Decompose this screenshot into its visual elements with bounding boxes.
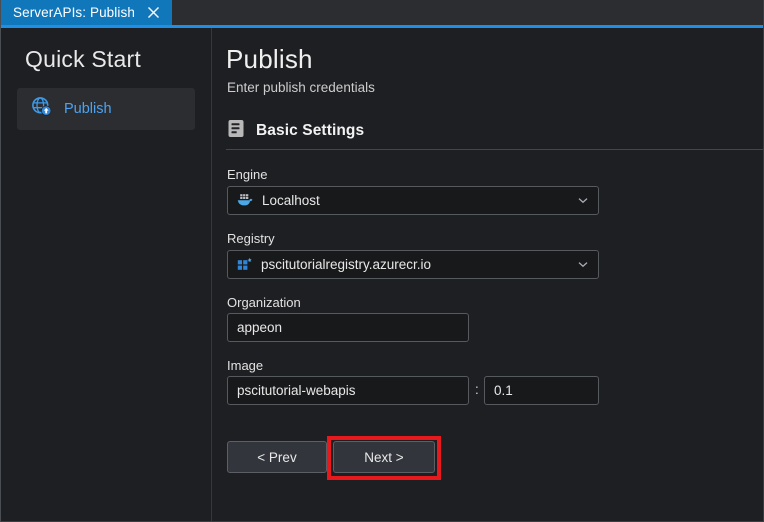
publish-wizard-window: ServerAPIs: Publish Quick Start Publish … xyxy=(0,0,764,522)
organization-label: Organization xyxy=(227,295,301,310)
organization-input[interactable]: appeon xyxy=(227,313,469,342)
prev-button[interactable]: < Prev xyxy=(227,441,327,473)
chevron-down-icon[interactable] xyxy=(578,197,588,204)
section-title: Basic Settings xyxy=(256,122,365,139)
organization-value: appeon xyxy=(237,320,283,335)
image-tag-value: 0.1 xyxy=(494,383,513,398)
image-tag-separator: : xyxy=(475,382,479,397)
sidebar-item-publish[interactable]: Publish xyxy=(17,88,195,130)
main-pane: Publish Enter publish credentials Basic … xyxy=(212,28,763,521)
sidebar-title: Quick Start xyxy=(25,46,141,72)
close-icon[interactable] xyxy=(146,5,162,21)
page-title: Publish xyxy=(226,44,313,74)
image-label: Image xyxy=(227,358,264,373)
engine-select[interactable]: Localhost xyxy=(227,186,599,215)
image-name-value: pscitutorial-webapis xyxy=(237,383,356,398)
registry-label: Registry xyxy=(227,231,275,246)
section-header-basic-settings: Basic Settings xyxy=(227,119,364,143)
section-divider xyxy=(226,149,763,150)
sidebar-item-label: Publish xyxy=(64,101,112,117)
globe-upload-icon xyxy=(31,96,52,122)
chevron-down-icon[interactable] xyxy=(578,261,588,268)
tab-strip: ServerAPIs: Publish xyxy=(1,0,763,25)
registry-value: pscitutorialregistry.azurecr.io xyxy=(261,257,432,272)
tab-label: ServerAPIs: Publish xyxy=(13,5,135,20)
engine-value: Localhost xyxy=(262,193,320,208)
engine-label: Engine xyxy=(227,167,268,182)
tab-serverapis-publish[interactable]: ServerAPIs: Publish xyxy=(1,0,172,25)
registry-select[interactable]: pscitutorialregistry.azurecr.io xyxy=(227,250,599,279)
docker-whale-icon xyxy=(237,193,254,208)
azure-container-registry-icon xyxy=(237,257,253,272)
page-subtitle: Enter publish credentials xyxy=(227,80,375,95)
image-tag-input[interactable]: 0.1 xyxy=(484,376,599,405)
image-name-input[interactable]: pscitutorial-webapis xyxy=(227,376,469,405)
settings-list-icon xyxy=(227,119,245,143)
next-button[interactable]: Next > xyxy=(333,441,435,473)
sidebar: Quick Start Publish xyxy=(1,28,211,521)
